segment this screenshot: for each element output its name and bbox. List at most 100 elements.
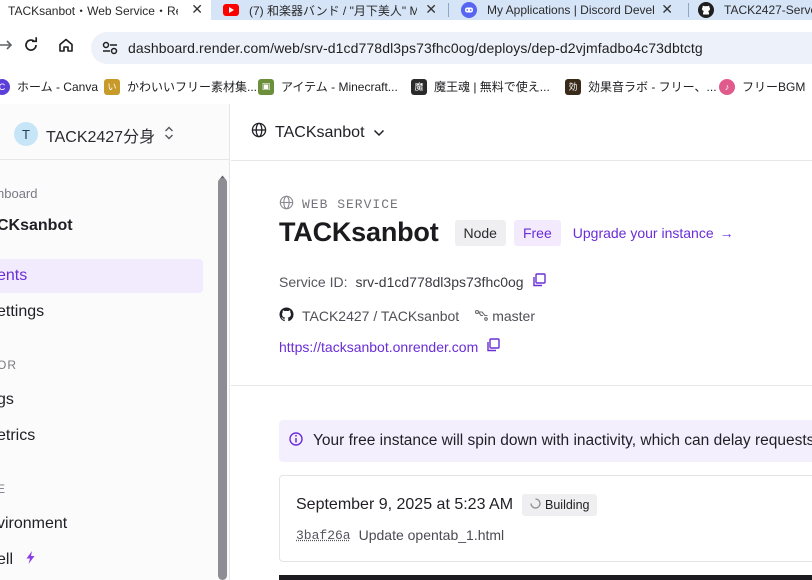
- workspace-name: TACK2427分身: [46, 129, 156, 146]
- chevron-updown-icon: [164, 125, 174, 146]
- commit-row: 3baf26a Update opentab_1.html: [296, 527, 504, 543]
- bookmark-bgm[interactable]: ♪ フリーBGM（音: [719, 78, 812, 95]
- deploy-date: September 9, 2025 at 5:23 AM: [296, 496, 514, 513]
- spinner-icon: [530, 498, 541, 512]
- browser-tab-youtube[interactable]: (7) 和楽器バンド / "月下美人" MU ✕: [211, 0, 447, 20]
- url-row: https://tacksanbot.onrender.com: [279, 338, 500, 355]
- bgm-icon: ♪: [719, 78, 735, 95]
- sidebar-section-dashboard: hboard: [0, 186, 38, 201]
- bookmark-canva[interactable]: C ホーム - Canva: [0, 78, 98, 95]
- bookmark-label: アイテム - Minecraft...: [281, 80, 398, 94]
- service-id-row: Service ID: srv-d1cd778dl3ps73fhc0og: [279, 273, 546, 290]
- bookmark-label: 効果音ラボ - フリー、...: [588, 80, 717, 94]
- arrow-right-icon: →: [719, 224, 734, 241]
- bookmark-maoudamashii[interactable]: 魔 魔王魂 | 無料で使え...: [411, 78, 550, 95]
- sidebar-item-settings[interactable]: ettings: [0, 295, 203, 329]
- sidebar-service-name[interactable]: CKsanbot: [0, 209, 203, 243]
- koukaonlab-icon: 効: [565, 78, 581, 95]
- sidebar-item-metrics[interactable]: etrics: [0, 419, 203, 453]
- bookmark-koukaonlab[interactable]: 効 効果音ラボ - フリー、...: [565, 78, 717, 95]
- commit-hash-link[interactable]: 3baf26a: [296, 528, 351, 543]
- discord-icon: [461, 2, 477, 18]
- commit-message: Update opentab_1.html: [358, 527, 505, 543]
- upgrade-link[interactable]: Upgrade your instance →: [573, 225, 734, 241]
- service-id-label: Service ID:: [279, 273, 348, 290]
- service-kind: WEB SERVICE: [279, 195, 399, 214]
- copy-icon[interactable]: [532, 273, 546, 290]
- bookmark-label: フリーBGM（音: [742, 80, 812, 94]
- site-settings-icon[interactable]: [101, 39, 119, 57]
- sidebar-item-label: CKsanbot: [0, 217, 73, 234]
- repo-row: TACK2427 / TACKsanbot master: [279, 307, 535, 325]
- tab-close-icon[interactable]: ✕: [191, 1, 203, 18]
- youtube-icon: [223, 2, 239, 18]
- address-bar[interactable]: dashboard.render.com/web/srv-d1cd778dl3p…: [91, 32, 812, 64]
- upgrade-link-label: Upgrade your instance: [572, 224, 714, 241]
- minecraft-icon: ▣: [258, 78, 274, 95]
- sidebar-item-label: ents: [0, 267, 28, 284]
- forward-icon[interactable]: [0, 35, 16, 55]
- render-dashboard: T TACK2427分身 hboard CKsanbot ents etting…: [0, 104, 812, 580]
- bookmark-minecraft[interactable]: ▣ アイテム - Minecraft...: [258, 78, 398, 95]
- address-url[interactable]: dashboard.render.com/web/srv-d1cd778dl3p…: [128, 40, 703, 56]
- sidebar-scroll-thumb[interactable]: [218, 178, 227, 580]
- sidebar-section-monitor: OR: [0, 358, 17, 372]
- globe-icon: [279, 195, 294, 214]
- sidebar-item-environment[interactable]: vironment: [0, 507, 203, 541]
- workspace-avatar: T: [14, 122, 38, 146]
- sidebar-item-label: etrics: [0, 427, 36, 444]
- copy-icon[interactable]: [486, 338, 500, 355]
- bookmark-label: 魔王魂 | 無料で使え...: [434, 80, 550, 94]
- tab-close-icon[interactable]: ✕: [661, 1, 673, 18]
- bookmark-label: かわいいフリー素材集...: [127, 80, 258, 94]
- status-badge: Building: [522, 494, 598, 516]
- sidebar-item-label: gs: [0, 391, 14, 408]
- title-row: TACKsanbot Node Free Upgrade your instan…: [279, 217, 734, 248]
- branch-name: master: [492, 308, 535, 324]
- bookmark-irasutoya[interactable]: い かわいいフリー素材集...: [104, 78, 257, 95]
- runtime-badge: Node: [454, 219, 506, 246]
- browser-tab-strip: TACKsanbot・Web Service・Re ✕ (7) 和楽器バンド /…: [0, 0, 812, 20]
- sidebar-item-shell[interactable]: ell: [0, 543, 203, 577]
- browser-tab-github[interactable]: TACK2427-Serve: [689, 0, 812, 20]
- tab-title: (7) 和楽器バンド / "月下美人" MU: [249, 3, 417, 18]
- service-kind-label: WEB SERVICE: [302, 197, 399, 212]
- chevron-down-icon: [373, 124, 385, 142]
- log-panel-edge: [279, 575, 812, 580]
- canva-icon: C: [0, 78, 10, 95]
- github-icon: [279, 307, 294, 325]
- sidebar-item-events[interactable]: ents: [0, 259, 203, 293]
- tab-title: My Applications | Discord Devel: [487, 3, 655, 17]
- bookmarks-bar: C ホーム - Canva い かわいいフリー素材集... ▣ アイテム - M…: [0, 72, 812, 100]
- page-title: TACKsanbot: [279, 217, 439, 247]
- service-id-value: srv-d1cd778dl3ps73fhc0og: [355, 273, 524, 290]
- tab-title: TACK2427-Serve: [724, 3, 812, 17]
- sidebar-item-logs[interactable]: gs: [0, 383, 203, 417]
- workspace-switcher[interactable]: T TACK2427分身: [0, 104, 229, 160]
- maoudamashii-icon: 魔: [411, 78, 427, 95]
- service-selector-label: TACKsanbot: [275, 123, 365, 141]
- reload-icon[interactable]: [21, 35, 41, 55]
- service-url-link[interactable]: https://tacksanbot.onrender.com: [279, 339, 478, 355]
- service-selector[interactable]: TACKsanbot: [251, 122, 385, 143]
- status-label: Building: [545, 498, 590, 512]
- repo-link[interactable]: TACK2427 / TACKsanbot: [302, 308, 459, 324]
- top-bar: TACKsanbot: [231, 104, 812, 161]
- home-icon[interactable]: [56, 35, 76, 55]
- sidebar-item-label: ell: [0, 551, 14, 568]
- deploy-card[interactable]: September 9, 2025 at 5:23 AM Building 3b…: [279, 475, 812, 562]
- sidebar-item-label: ettings: [0, 303, 45, 320]
- main-content: TACKsanbot WEB SERVICE TACKsanbot Node F…: [231, 104, 812, 580]
- git-branch-icon: [475, 308, 489, 324]
- service-header: WEB SERVICE TACKsanbot Node Free Upgrade…: [231, 161, 812, 386]
- tab-close-icon[interactable]: ✕: [425, 1, 437, 18]
- sidebar: T TACK2427分身 hboard CKsanbot ents etting…: [0, 104, 230, 580]
- sidebar-section-manage: E: [0, 482, 6, 496]
- browser-toolbar: dashboard.render.com/web/srv-d1cd778dl3p…: [0, 20, 812, 72]
- browser-tab-discord[interactable]: My Applications | Discord Devel ✕: [449, 0, 687, 20]
- lightning-icon: [26, 551, 35, 569]
- free-instance-notice: Your free instance will spin down with i…: [279, 420, 812, 462]
- browser-tab-render[interactable]: TACKsanbot・Web Service・Re ✕: [0, 0, 211, 20]
- tab-title: TACKsanbot・Web Service・Re: [8, 3, 178, 18]
- globe-icon: [251, 122, 267, 143]
